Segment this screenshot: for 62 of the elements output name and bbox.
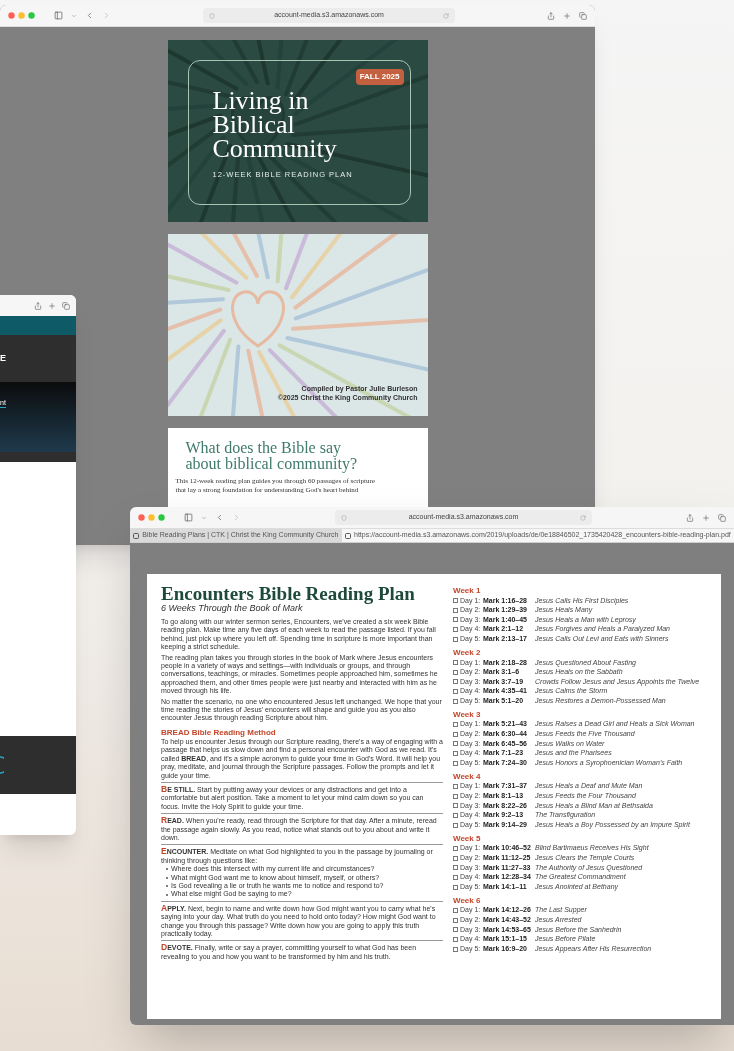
checkbox[interactable]	[453, 908, 458, 914]
season-badge: FALL 2025	[355, 69, 404, 85]
checkbox[interactable]	[453, 865, 458, 871]
document-subtitle: 6 Weeks Through the Book of Mark	[161, 603, 304, 614]
checkbox[interactable]	[453, 927, 458, 933]
checkbox[interactable]	[453, 874, 458, 880]
checkbox[interactable]	[453, 813, 458, 818]
week-heading: Week 6	[453, 895, 482, 906]
checkbox[interactable]	[453, 936, 458, 942]
checkbox[interactable]	[453, 607, 458, 613]
checkbox[interactable]	[453, 917, 458, 923]
cover-title: Biblical	[212, 113, 296, 137]
checkbox[interactable]	[453, 846, 458, 852]
checkbox[interactable]	[453, 722, 458, 728]
checkbox[interactable]	[453, 731, 458, 737]
sidebar-icon[interactable]	[54, 11, 63, 20]
cover-title: Community	[212, 137, 338, 161]
sidebar-icon[interactable]	[184, 513, 193, 522]
checkbox[interactable]	[453, 617, 458, 623]
week-heading: Week 3	[453, 709, 482, 720]
share-icon[interactable]	[547, 11, 555, 20]
checkbox[interactable]	[453, 793, 458, 799]
checkbox[interactable]	[453, 803, 458, 809]
week-heading: Week 5	[453, 833, 482, 844]
checkbox[interactable]	[453, 689, 458, 695]
checkbox[interactable]	[453, 751, 458, 756]
week-heading: Week 2	[453, 647, 482, 658]
window-controls-icon[interactable]	[138, 514, 168, 521]
checkbox[interactable]	[453, 760, 458, 766]
checkbox[interactable]	[453, 627, 458, 633]
checkbox[interactable]	[453, 598, 458, 604]
section-heading: BREAD Bible Reading Method	[161, 727, 277, 738]
shield-icon	[340, 514, 347, 521]
checkbox[interactable]	[453, 636, 458, 642]
tabs-icon[interactable]	[62, 301, 70, 310]
site-logo-text: E	[0, 354, 6, 363]
shield-icon	[209, 12, 215, 19]
page-icon	[133, 532, 140, 539]
checkbox[interactable]	[453, 946, 458, 952]
checkbox[interactable]	[453, 669, 458, 675]
page-icon	[345, 532, 351, 539]
document-title: Encounters Bible Reading Plan	[161, 584, 416, 603]
checkbox[interactable]	[453, 822, 458, 828]
page-heading: about biblical community?	[184, 456, 358, 472]
share-icon[interactable]	[686, 513, 694, 522]
window-controls-icon[interactable]	[8, 12, 38, 19]
share-icon[interactable]	[34, 301, 42, 310]
cover-title: Living in	[212, 89, 310, 113]
back-icon[interactable]	[85, 11, 94, 20]
checkbox[interactable]	[453, 660, 458, 666]
week-heading: Week 1	[453, 586, 482, 596]
checkbox[interactable]	[453, 784, 458, 790]
page-heading: What does the Bible say	[184, 440, 342, 456]
checkbox[interactable]	[453, 855, 458, 861]
tabs-icon[interactable]	[579, 11, 587, 20]
checkbox[interactable]	[453, 679, 458, 685]
back-icon[interactable]	[215, 513, 224, 522]
checkbox[interactable]	[453, 884, 458, 890]
tabs-icon[interactable]	[718, 513, 726, 522]
checkbox[interactable]	[453, 698, 458, 704]
checkbox[interactable]	[453, 741, 458, 747]
week-heading: Week 4	[453, 771, 482, 782]
